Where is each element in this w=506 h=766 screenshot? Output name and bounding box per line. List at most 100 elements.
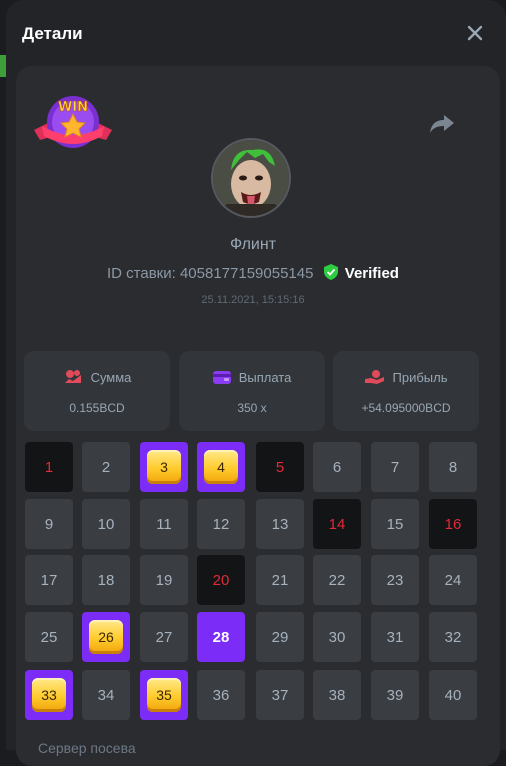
grid-tile-8[interactable]: 8 xyxy=(429,442,477,492)
stat-amount-value: 0.155BCD xyxy=(69,401,125,415)
tile-number: 28 xyxy=(212,628,230,646)
tile-number: 17 xyxy=(40,571,58,589)
tile-number: 12 xyxy=(212,515,230,533)
wallet-icon xyxy=(212,371,231,384)
tile-number: 34 xyxy=(97,686,115,704)
gem-icon: 33 xyxy=(32,678,66,712)
tile-number: 24 xyxy=(444,571,462,589)
share-icon[interactable] xyxy=(428,112,456,136)
grid-tile-6[interactable]: 6 xyxy=(313,442,361,492)
gem-icon: 4 xyxy=(204,450,238,484)
tile-number: 19 xyxy=(155,571,173,589)
grid-tile-11[interactable]: 11 xyxy=(140,499,188,549)
tile-number: 23 xyxy=(386,571,404,589)
grid-tile-32[interactable]: 32 xyxy=(429,612,477,662)
tile-number: 2 xyxy=(101,458,111,476)
grid-tile-1[interactable]: 1 xyxy=(25,442,73,492)
grid-tile-33[interactable]: 33 xyxy=(25,670,73,720)
grid-tile-17[interactable]: 17 xyxy=(25,555,73,605)
grid-tile-4[interactable]: 4 xyxy=(197,442,245,492)
grid-tile-12[interactable]: 12 xyxy=(197,499,245,549)
grid-tile-30[interactable]: 30 xyxy=(313,612,361,662)
grid-tile-2[interactable]: 2 xyxy=(82,442,130,492)
grid-tile-40[interactable]: 40 xyxy=(429,670,477,720)
grid-tile-26[interactable]: 26 xyxy=(82,612,130,662)
grid-tile-10[interactable]: 10 xyxy=(82,499,130,549)
tile-number: 9 xyxy=(44,515,54,533)
grid-tile-27[interactable]: 27 xyxy=(140,612,188,662)
hand-coin-icon xyxy=(364,370,384,384)
gem-icon: 26 xyxy=(89,620,123,654)
gem-icon: 35 xyxy=(147,678,181,712)
grid-tile-20[interactable]: 20 xyxy=(197,555,245,605)
grid-tile-39[interactable]: 39 xyxy=(371,670,419,720)
gem-icon: 3 xyxy=(147,450,181,484)
tile-number: 18 xyxy=(97,571,115,589)
money-icon xyxy=(64,370,81,383)
tile-number: 22 xyxy=(328,571,346,589)
grid-tile-25[interactable]: 25 xyxy=(25,612,73,662)
tile-number: 5 xyxy=(275,458,285,476)
grid-tile-16[interactable]: 16 xyxy=(429,499,477,549)
tile-number: 31 xyxy=(386,628,404,646)
tile-number: 21 xyxy=(271,571,289,589)
grid-tile-14[interactable]: 14 xyxy=(313,499,361,549)
grid-tile-34[interactable]: 34 xyxy=(82,670,130,720)
stat-amount-label: Сумма xyxy=(90,370,132,385)
grid-tile-18[interactable]: 18 xyxy=(82,555,130,605)
tile-number: 38 xyxy=(328,686,346,704)
bet-id-line: ID ставки: 4058177159055145 Verified xyxy=(0,264,506,282)
grid-tile-13[interactable]: 13 xyxy=(256,499,304,549)
username: Флинт xyxy=(229,236,277,253)
tile-number: 1 xyxy=(44,458,54,476)
grid-tile-28[interactable]: 28 xyxy=(197,612,245,662)
tile-number: 8 xyxy=(448,458,458,476)
avatar-image xyxy=(213,140,289,216)
grid-tile-31[interactable]: 31 xyxy=(371,612,419,662)
close-icon[interactable] xyxy=(464,22,486,44)
tile-number: 3 xyxy=(160,459,168,475)
grid-tile-7[interactable]: 7 xyxy=(371,442,419,492)
dialog-title: Детали xyxy=(22,24,83,43)
seed-server-label: Сервер посева xyxy=(38,740,136,756)
grid-tile-35[interactable]: 35 xyxy=(140,670,188,720)
grid-tile-5[interactable]: 5 xyxy=(256,442,304,492)
avatar xyxy=(211,138,291,218)
grid-tile-36[interactable]: 36 xyxy=(197,670,245,720)
tile-number: 13 xyxy=(271,515,289,533)
tile-number: 15 xyxy=(386,515,404,533)
tile-number: 35 xyxy=(156,687,172,703)
win-badge-text: WIN xyxy=(58,100,88,115)
grid-tile-3[interactable]: 3 xyxy=(140,442,188,492)
bet-date: 25.11.2021, 15:15:16 xyxy=(201,294,305,306)
tile-number: 27 xyxy=(155,628,173,646)
stat-amount: Сумма 0.155BCD xyxy=(24,351,170,431)
grid-tile-22[interactable]: 22 xyxy=(313,555,361,605)
tile-number: 16 xyxy=(444,515,462,533)
grid-tile-15[interactable]: 15 xyxy=(371,499,419,549)
tile-number: 33 xyxy=(41,687,57,703)
stat-payout-value: 350 x xyxy=(237,401,267,415)
tile-number: 7 xyxy=(390,458,400,476)
verified-shield-icon xyxy=(323,264,338,280)
tile-number: 4 xyxy=(217,459,225,475)
grid-tile-37[interactable]: 37 xyxy=(256,670,304,720)
tile-number: 39 xyxy=(386,686,404,704)
tile-number: 36 xyxy=(212,686,230,704)
grid-tile-19[interactable]: 19 xyxy=(140,555,188,605)
grid-tile-29[interactable]: 29 xyxy=(256,612,304,662)
grid-tile-38[interactable]: 38 xyxy=(313,670,361,720)
grid-tile-9[interactable]: 9 xyxy=(25,499,73,549)
grid-tile-24[interactable]: 24 xyxy=(429,555,477,605)
grid-tile-21[interactable]: 21 xyxy=(256,555,304,605)
tile-number: 40 xyxy=(444,686,462,704)
stat-profit-value: +54.095000BCD xyxy=(361,401,451,415)
tile-number: 10 xyxy=(97,515,115,533)
tile-number: 11 xyxy=(156,515,172,533)
tile-number: 14 xyxy=(328,515,346,533)
tile-number: 37 xyxy=(271,686,289,704)
stat-payout-label: Выплата xyxy=(238,370,292,385)
bet-id: ID ставки: 4058177159055145 xyxy=(107,265,314,282)
tile-number: 29 xyxy=(271,628,289,646)
grid-tile-23[interactable]: 23 xyxy=(371,555,419,605)
